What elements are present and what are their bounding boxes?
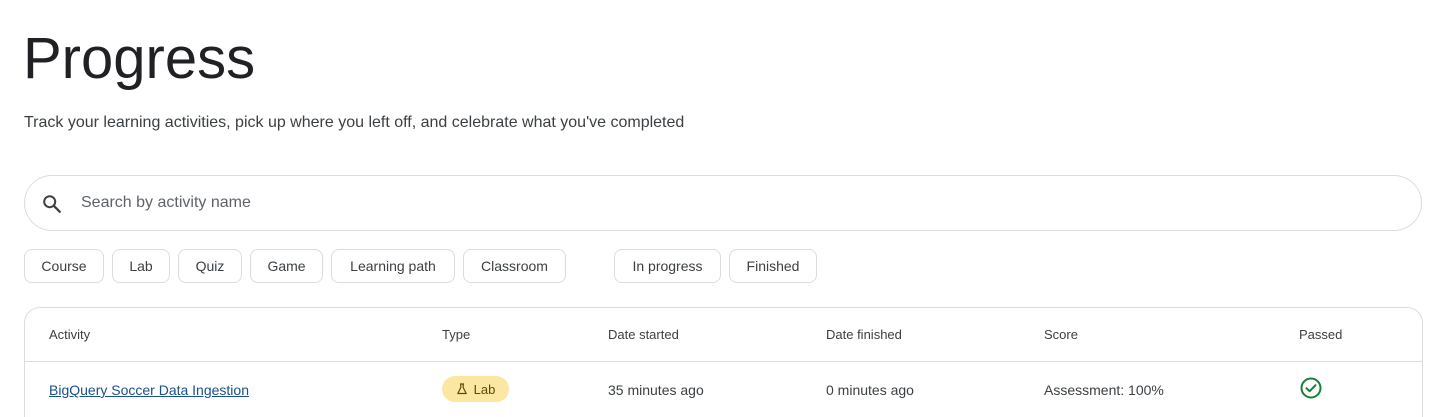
date-finished-cell: 0 minutes ago bbox=[826, 382, 914, 398]
activity-link[interactable]: BigQuery Soccer Data Ingestion bbox=[49, 381, 249, 399]
column-header-passed[interactable]: Passed bbox=[1299, 327, 1342, 343]
filter-chip-finished[interactable]: Finished bbox=[729, 249, 817, 283]
filter-chip-lab[interactable]: Lab bbox=[112, 249, 170, 283]
filter-chip-in-progress[interactable]: In progress bbox=[614, 249, 721, 283]
page-subtitle: Track your learning activities, pick up … bbox=[24, 114, 685, 131]
column-header-date-finished[interactable]: Date finished bbox=[826, 327, 902, 343]
date-started-cell: 35 minutes ago bbox=[608, 382, 704, 398]
check-circle-icon bbox=[1300, 377, 1322, 399]
search-bar[interactable] bbox=[24, 175, 1422, 231]
column-header-date-started[interactable]: Date started bbox=[608, 327, 679, 343]
score-cell: Assessment: 100% bbox=[1044, 382, 1164, 398]
search-input[interactable] bbox=[81, 176, 1381, 230]
filter-chip-game[interactable]: Game bbox=[250, 249, 323, 283]
search-icon bbox=[43, 195, 61, 213]
flask-icon bbox=[456, 383, 467, 395]
progress-page: Progress Track your learning activities,… bbox=[0, 0, 1432, 417]
page-title: Progress bbox=[23, 26, 256, 91]
filter-chip-quiz[interactable]: Quiz bbox=[178, 249, 242, 283]
column-header-type[interactable]: Type bbox=[442, 327, 470, 343]
table-header: Activity Type Date started Date finished… bbox=[25, 308, 1422, 362]
activity-table: Activity Type Date started Date finished… bbox=[24, 307, 1423, 417]
filter-chip-learning-path[interactable]: Learning path bbox=[331, 249, 455, 283]
column-header-activity[interactable]: Activity bbox=[49, 327, 90, 343]
filter-chip-course[interactable]: Course bbox=[24, 249, 104, 283]
type-badge: Lab bbox=[442, 376, 509, 402]
type-badge-label: Lab bbox=[473, 381, 496, 397]
filter-chip-classroom[interactable]: Classroom bbox=[463, 249, 566, 283]
column-header-score[interactable]: Score bbox=[1044, 327, 1078, 343]
